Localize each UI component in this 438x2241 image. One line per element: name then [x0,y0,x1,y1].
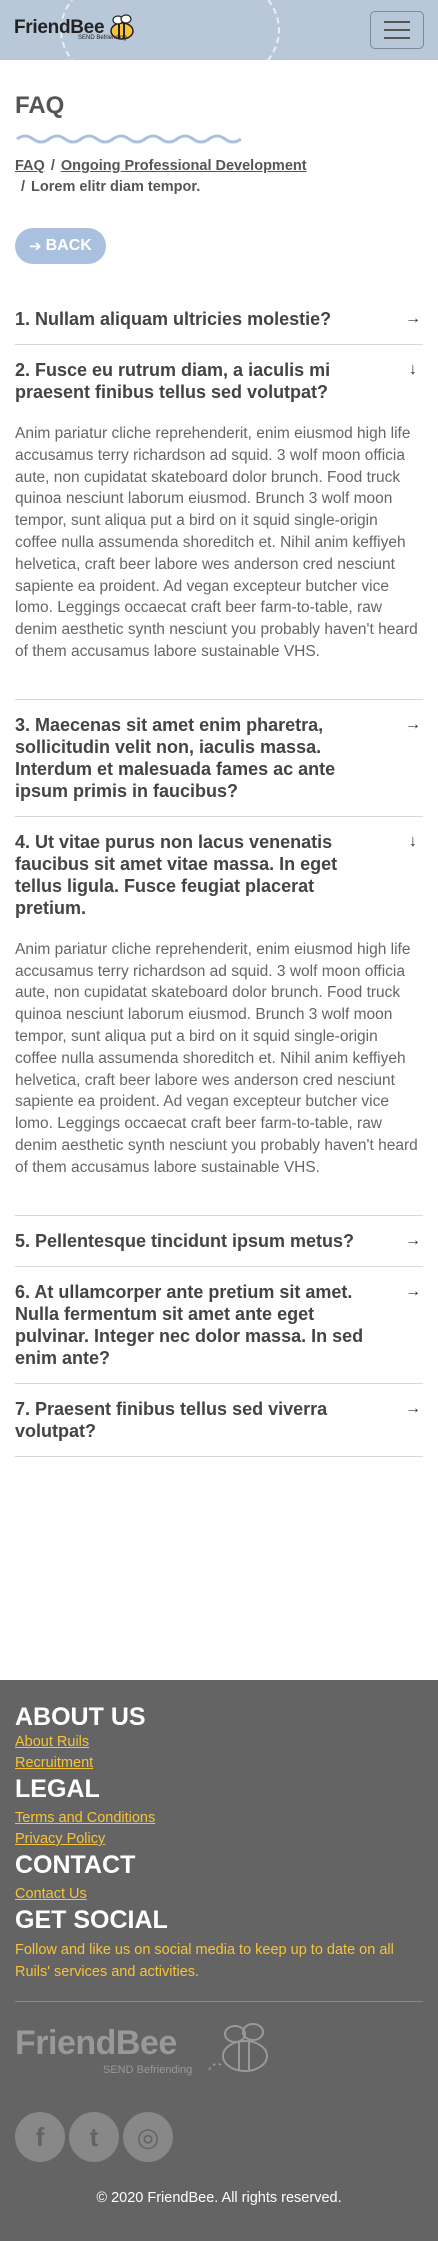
faq-item: 2. Fusce eu rutrum diam, a iaculis mi pr… [15,345,423,700]
site-footer: ABOUT US About Ruils Recruitment LEGAL T… [0,1680,438,2241]
footer-link-terms[interactable]: Terms and Conditions [15,1808,423,1829]
faq-item: 3. Maecenas sit amet enim pharetra, soll… [15,700,423,817]
faq-question-toggle[interactable]: 1. Nullam aliquam ultricies molestie? → [15,294,423,344]
arrow-right-icon: → [405,310,421,327]
faq-question-toggle[interactable]: 5. Pellentesque tincidunt ipsum metus? → [15,1216,423,1266]
footer-contact-heading: CONTACT [15,1851,136,1879]
copyright: © 2020 FriendBee. All rights reserved. [96,2190,342,2206]
facebook-icon[interactable]: f [15,2112,65,2162]
wave-divider [16,134,242,144]
site-header: FriendBee SEND Befriending [0,0,438,60]
back-button[interactable]: ➔ BACK [15,228,106,264]
breadcrumb-faq-link[interactable]: FAQ [15,158,45,174]
twitter-icon[interactable]: t [69,2112,119,2162]
breadcrumb-category-link[interactable]: Ongoing Professional Development [61,158,307,174]
faq-question-toggle[interactable]: 7. Praesent finibus tellus sed viverra v… [15,1384,423,1456]
breadcrumb-separator: / [21,179,26,195]
footer-link-about-ruils[interactable]: About Ruils [15,1732,423,1753]
faq-question-text: 7. Praesent finibus tellus sed viverra v… [15,1398,328,1441]
faq-question-text: 4. Ut vitae purus non lacus venenatis fa… [15,831,338,918]
arrow-right-icon: → [405,1231,421,1249]
faq-question-toggle[interactable]: 2. Fusce eu rutrum diam, a iaculis mi pr… [15,345,423,417]
hamburger-icon-bar [384,29,410,31]
main-content: FAQ FAQ / Ongoing Professional Development… [0,92,438,1457]
faq-list: 1. Nullam aliquam ultricies molestie? → 2.… [15,294,423,1457]
arrow-down-icon: ↓ [409,832,417,850]
footer-link-contact[interactable]: Contact Us [15,1884,423,1905]
arrow-right-icon: → [405,1282,421,1300]
faq-item: 6. At ullamcorper ante pretium sit amet.… [15,1267,423,1384]
footer-logo-tagline: SEND Befriending [103,2064,193,2076]
footer-social-heading: GET SOCIAL [15,1906,168,1934]
footer-logo-wordmark: FriendBee [15,2024,177,2062]
logo-tagline: SEND Befriending [78,35,127,41]
page-title: FAQ [15,92,65,119]
menu-toggle-button[interactable] [370,11,424,49]
footer-divider [15,2001,423,2002]
arrow-right-icon: → [405,715,421,733]
footer-about-heading: ABOUT US [15,1703,146,1731]
breadcrumb-separator: / [50,158,55,174]
faq-question-text: 6. At ullamcorper ante pretium sit amet.… [15,1281,364,1368]
hamburger-icon-bar [384,21,410,23]
faq-question-text: 1. Nullam aliquam ultricies molestie? [15,309,332,329]
faq-item: 5. Pellentesque tincidunt ipsum metus? → [15,1216,423,1267]
hamburger-icon-bar [384,37,410,39]
breadcrumb: FAQ / Ongoing Professional Development / Lo… [15,156,423,198]
faq-item: 7. Praesent finibus tellus sed viverra v… [15,1384,423,1457]
site-logo[interactable]: FriendBee SEND Befriending [14,14,136,42]
footer-social-text: Follow and like us on social media to ke… [15,1942,394,1980]
faq-question-text: 2. Fusce eu rutrum diam, a iaculis mi pr… [15,360,331,402]
faq-question-toggle[interactable]: 3. Maecenas sit amet enim pharetra, soll… [15,700,423,816]
faq-answer: Anim pariatur cliche reprehenderit, enim… [15,425,418,660]
instagram-icon[interactable]: ◎ [123,2112,173,2162]
faq-question-toggle[interactable]: 6. At ullamcorper ante pretium sit amet.… [15,1267,423,1383]
faq-question-text: 5. Pellentesque tincidunt ipsum metus? [15,1230,355,1251]
faq-question-text: 3. Maecenas sit amet enim pharetra, soll… [15,714,336,801]
faq-item: 1. Nullam aliquam ultricies molestie? → [15,294,423,345]
faq-answer: Anim pariatur cliche reprehenderit, enim… [15,940,418,1176]
footer-bee-icon [208,2023,268,2072]
social-links: f t ◎ [15,2112,423,2162]
footer-legal-heading: LEGAL [15,1775,100,1803]
back-button-label: BACK [45,237,92,254]
footer-link-privacy[interactable]: Privacy Policy [15,1829,423,1850]
footer-logo: FriendBee SEND Befriending [15,2023,423,2086]
footer-link-recruitment[interactable]: Recruitment [15,1753,423,1774]
faq-question-toggle[interactable]: 4. Ut vitae purus non lacus venenatis fa… [15,817,423,933]
arrow-left-icon: ➔ [29,238,42,255]
breadcrumb-current: Lorem elitr diam tempor. [31,179,201,195]
faq-item: 4. Ut vitae purus non lacus venenatis fa… [15,817,423,1216]
arrow-down-icon: ↓ [409,361,417,378]
arrow-right-icon: → [405,1399,421,1417]
